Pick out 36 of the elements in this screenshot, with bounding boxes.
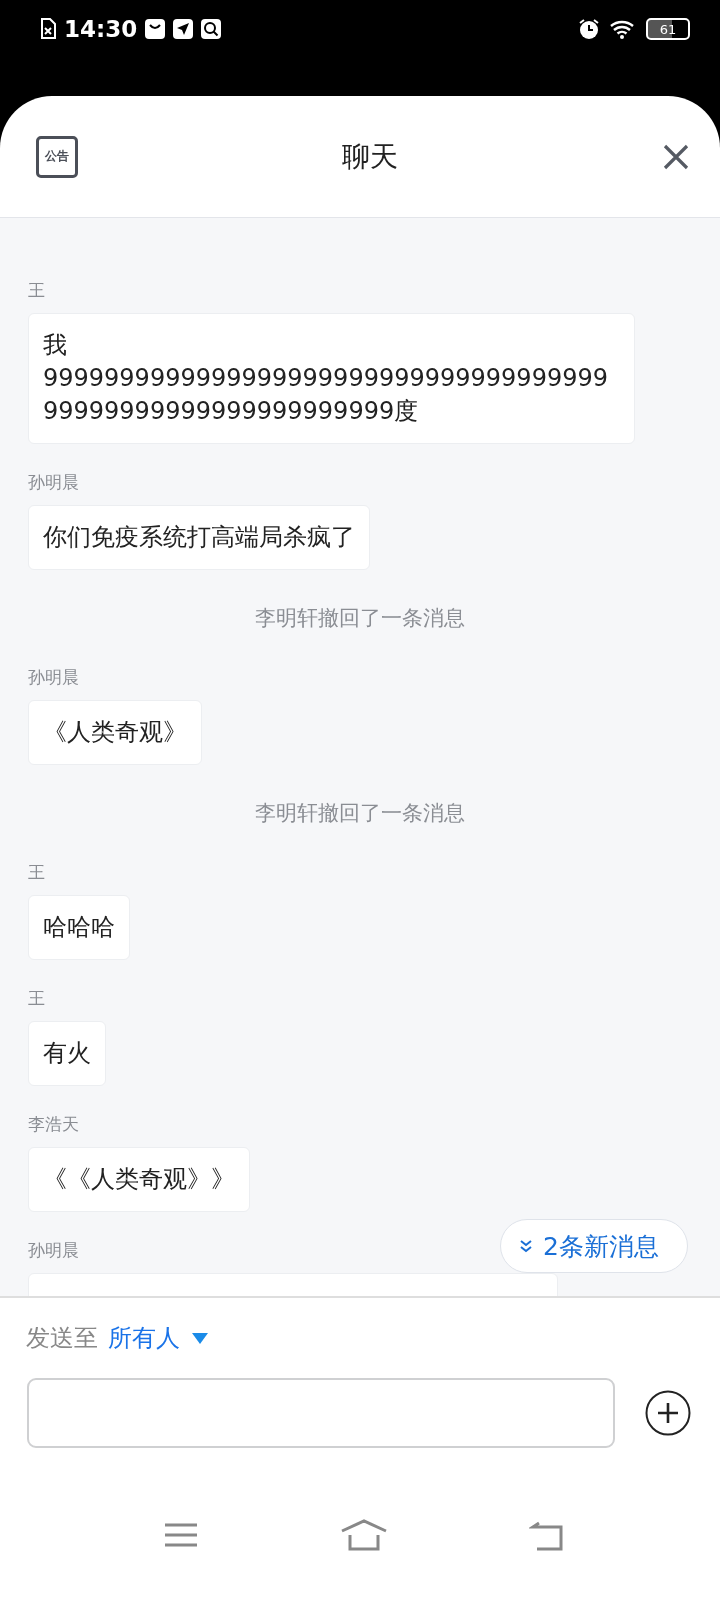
clock: 14:30 — [64, 16, 138, 42]
message-input[interactable] — [27, 1378, 615, 1448]
message-bubble: 你们免疫系统打高端局杀疯了 — [28, 505, 370, 570]
battery-indicator: 61 — [646, 18, 690, 40]
plus-icon[interactable] — [645, 1390, 691, 1436]
recall-notice: 李明轩撤回了一条消息 — [254, 606, 465, 630]
send-to-label: 发送至 — [26, 1323, 98, 1354]
send-icon — [173, 19, 194, 39]
caret-down-icon — [192, 1332, 208, 1344]
message-bubble: 有火 — [28, 1021, 106, 1086]
recipient-dropdown[interactable]: 所有人 — [108, 1322, 208, 1354]
message-bubble: 《人类奇观》 — [28, 700, 202, 765]
double-chevron-icon — [519, 1239, 533, 1253]
wifi-icon — [610, 19, 636, 39]
new-messages-label: 2条新消息 — [543, 1230, 659, 1263]
home-icon[interactable] — [340, 1519, 388, 1551]
sender-name: 孙明晨 — [28, 1239, 79, 1261]
announcement-button[interactable]: 公告 — [36, 135, 78, 178]
sender-name: 王 — [28, 987, 45, 1009]
sender-name: 孙明晨 — [28, 666, 79, 688]
search-app-icon — [201, 19, 222, 39]
bag-icon — [145, 19, 166, 39]
sender-name: 李浩天 — [28, 1113, 79, 1135]
sender-name: 孙明晨 — [28, 471, 79, 493]
message-bubble: 哈哈哈 — [28, 895, 130, 960]
close-icon[interactable] — [662, 142, 690, 171]
message-bubble: 《《人类奇观》》 — [28, 1147, 250, 1212]
message-bubble: 我999999999999999999999999999999999999999999999999999999999999度 — [28, 313, 635, 444]
new-messages-button[interactable]: 2条新消息 — [500, 1219, 688, 1273]
back-icon[interactable] — [529, 1519, 565, 1551]
page-title: 聊天 — [341, 138, 399, 175]
sender-name: 王 — [28, 861, 45, 883]
sim-card-icon — [40, 18, 56, 40]
recall-notice: 李明轩撤回了一条消息 — [254, 801, 465, 825]
sender-name: 王 — [28, 279, 45, 301]
alarm-icon — [578, 18, 600, 40]
